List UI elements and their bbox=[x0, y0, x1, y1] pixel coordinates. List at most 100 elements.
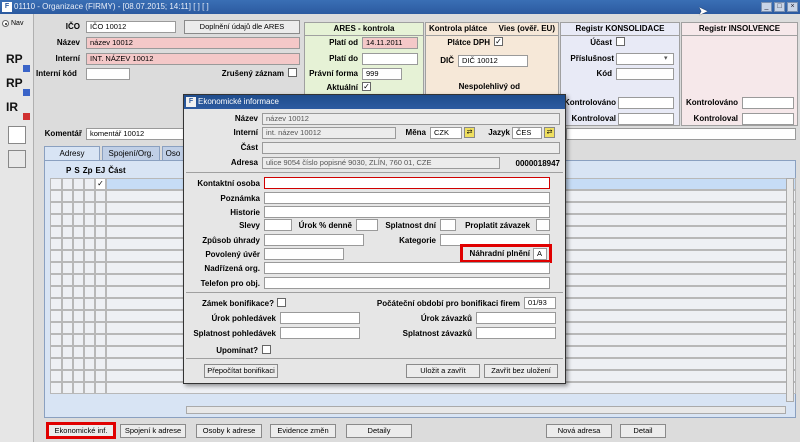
urok-denne-field[interactable] bbox=[356, 219, 378, 231]
upominat-checkbox[interactable] bbox=[262, 345, 271, 354]
pravni-forma-field[interactable]: 999 bbox=[362, 68, 402, 80]
prepocitat-bonifikaci-button[interactable]: Přepočítat bonifikaci bbox=[204, 364, 278, 378]
rp2-icon-label: RP bbox=[6, 76, 23, 90]
detail-button[interactable]: Detail bbox=[620, 424, 666, 438]
splatnost-pohledavek-field[interactable] bbox=[280, 327, 360, 339]
insolvence-panel: Registr INSOLVENCE bbox=[681, 22, 798, 126]
urok-zavazku-field[interactable] bbox=[476, 312, 556, 324]
col-p: P bbox=[66, 166, 72, 175]
splatnost-pohledavek-label: Splatnost pohledávek bbox=[193, 329, 276, 338]
poznamka-field[interactable] bbox=[264, 192, 550, 204]
spojeni-k-adrese-button[interactable]: Spojení k adrese bbox=[120, 424, 186, 438]
dlg-cast-field bbox=[262, 142, 560, 154]
rp2-icon[interactable]: RP bbox=[6, 76, 30, 96]
platce-dph-checkbox[interactable]: ✓ bbox=[494, 37, 503, 46]
dic-field[interactable]: DIČ 10012 bbox=[458, 55, 528, 67]
ekonomicke-inf-button[interactable]: Ekonomické inf. bbox=[46, 422, 116, 439]
komentar-field-tail[interactable] bbox=[566, 128, 796, 140]
dialog-divider-2 bbox=[186, 292, 563, 293]
plati-do-label: Platí do bbox=[329, 54, 358, 63]
rp-icon[interactable]: RP bbox=[6, 52, 30, 72]
plati-od-field[interactable]: 14.11.2011 bbox=[362, 37, 418, 49]
detaily-button[interactable]: Detaily bbox=[346, 424, 412, 438]
slevy-label: Slevy bbox=[239, 221, 260, 230]
zruseny-label: Zrušený záznam bbox=[221, 69, 284, 78]
dlg-nazev-label: Název bbox=[234, 114, 258, 123]
plati-do-field[interactable] bbox=[362, 53, 418, 65]
grid-scrollbar[interactable] bbox=[786, 178, 794, 402]
urok-pohledavek-field[interactable] bbox=[280, 312, 360, 324]
konsolidace-kontroloval-label: Kontroloval bbox=[571, 114, 616, 123]
zavrit-bez-ulozeni-button[interactable]: Zavřít bez uložení bbox=[484, 364, 558, 378]
nahradni-plneni-field[interactable]: A bbox=[533, 248, 547, 260]
mena-label: Měna bbox=[405, 128, 426, 137]
nadrizena-org-label: Nadřízená org. bbox=[204, 264, 260, 273]
doplneni-ares-button[interactable]: Doplnění údajů dle ARES bbox=[184, 20, 300, 34]
ir-badge-icon bbox=[23, 113, 30, 120]
tab-adresy[interactable]: Adresy bbox=[44, 146, 100, 160]
nova-adresa-button[interactable]: Nová adresa bbox=[546, 424, 612, 438]
doklady-icon[interactable] bbox=[8, 126, 26, 144]
konsolidace-kontroloval-field[interactable] bbox=[618, 113, 674, 125]
konsolidace-kontrolovano-label: Kontrolováno bbox=[564, 98, 616, 107]
telefon-label: Telefon pro obj. bbox=[200, 279, 260, 288]
zpusob-uhrady-field[interactable] bbox=[264, 234, 364, 246]
ir-icon[interactable]: IR bbox=[6, 100, 30, 120]
urok-pohledavek-label: Úrok pohledávek bbox=[211, 314, 276, 323]
insolvence-kontroloval-field[interactable] bbox=[742, 113, 794, 125]
interni-field[interactable]: INT. NÁZEV 10012 bbox=[86, 53, 300, 65]
aktualni-checkbox[interactable]: ✓ bbox=[362, 82, 371, 91]
splatnost-zavazku-field[interactable] bbox=[476, 327, 556, 339]
tab-spojeni[interactable]: Spojení/Org. bbox=[102, 146, 160, 160]
historie-field[interactable] bbox=[264, 206, 550, 218]
ulozit-a-zavrit-button[interactable]: Uložit a zavřít bbox=[406, 364, 480, 378]
close-button[interactable]: × bbox=[787, 2, 798, 12]
zruseny-checkbox[interactable] bbox=[288, 68, 297, 77]
grid-hscrollbar[interactable] bbox=[186, 406, 786, 414]
window-titlebar: F 01110 - Organizace (FIRMY) - [08.07.20… bbox=[0, 0, 800, 14]
slevy-field[interactable] bbox=[264, 219, 292, 231]
nav-toggle[interactable]: Nav bbox=[2, 20, 23, 27]
povoleny-uver-field[interactable] bbox=[264, 248, 344, 260]
ucast-checkbox[interactable] bbox=[616, 37, 625, 46]
maximize-button[interactable]: □ bbox=[774, 2, 785, 12]
kod-field[interactable] bbox=[616, 68, 674, 80]
jazyk-field[interactable]: ČES bbox=[512, 127, 542, 139]
nav-radio-icon[interactable] bbox=[2, 20, 9, 27]
ico-label: IČO bbox=[65, 22, 80, 31]
dialog-title: Ekonomické informace bbox=[198, 97, 279, 106]
tab-osoby[interactable]: Oso bbox=[162, 146, 184, 160]
organization-icon[interactable] bbox=[8, 150, 26, 168]
mena-lookup-icon[interactable]: ⇄ bbox=[464, 127, 475, 138]
splatnost-zavazku-label: Splatnost závazků bbox=[402, 329, 472, 338]
splatnost-dni-field[interactable] bbox=[440, 219, 456, 231]
zpusob-uhrady-label: Způsob úhrady bbox=[202, 236, 260, 245]
nadrizena-org-field[interactable] bbox=[264, 262, 550, 274]
evidence-zmen-button[interactable]: Evidence změn bbox=[270, 424, 336, 438]
nazev-label: Název bbox=[56, 38, 80, 47]
insolvence-kontrolovano-field[interactable] bbox=[742, 97, 794, 109]
proplatit-field[interactable] bbox=[536, 219, 550, 231]
nazev-field[interactable]: název 10012 bbox=[86, 37, 300, 49]
povoleny-uver-label: Povolený úvěr bbox=[205, 250, 260, 259]
kod-label: Kód bbox=[596, 69, 612, 78]
jazyk-lookup-icon[interactable]: ⇄ bbox=[544, 127, 555, 138]
konsolidace-kontrolovano-field[interactable] bbox=[618, 97, 674, 109]
pocatecni-field[interactable]: 01/93 bbox=[524, 297, 556, 309]
osoby-k-adrese-button[interactable]: Osoby k adrese bbox=[196, 424, 262, 438]
zamek-checkbox[interactable] bbox=[277, 298, 286, 307]
telefon-field[interactable] bbox=[264, 277, 550, 289]
jazyk-label: Jazyk bbox=[488, 128, 510, 137]
kontaktni-osoba-field[interactable] bbox=[264, 177, 550, 189]
platce-header-row: Kontrola plátce Vies (ověř. EU) bbox=[426, 23, 558, 36]
prislusnost-dropdown-icon[interactable]: ▾ bbox=[664, 54, 668, 62]
minimize-button[interactable]: _ bbox=[761, 2, 772, 12]
interni-kod-field[interactable] bbox=[86, 68, 130, 80]
mena-field[interactable]: CZK bbox=[430, 127, 462, 139]
dlg-adresa-field: ulice 9054 číslo popisné 9030, ZLÍN, 760… bbox=[262, 157, 500, 169]
urok-zavazku-label: Úrok závazků bbox=[420, 314, 472, 323]
ico-field[interactable]: IČO 10012 bbox=[86, 21, 176, 33]
col-s: S bbox=[74, 166, 80, 175]
komentar-field[interactable]: komentář 10012 bbox=[86, 128, 186, 140]
col-zp: Zp bbox=[82, 166, 93, 175]
